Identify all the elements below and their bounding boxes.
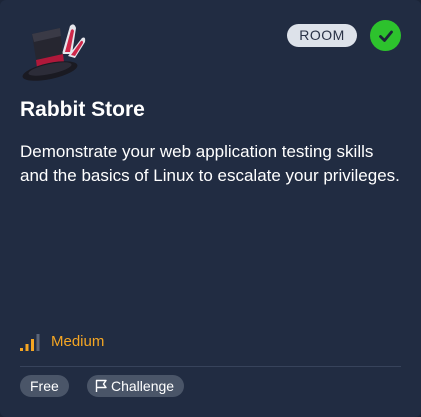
signal-bars-icon	[20, 334, 40, 351]
flag-icon	[95, 379, 107, 392]
room-card[interactable]: ROOM Rabbit Store Demonstrate your web a…	[0, 0, 421, 417]
tag-free-label: Free	[30, 378, 59, 394]
room-description: Demonstrate your web application testing…	[20, 142, 400, 185]
room-logo	[18, 20, 86, 84]
tag-challenge-label: Challenge	[111, 378, 175, 394]
tag-free: Free	[20, 375, 69, 397]
room-title[interactable]: Rabbit Store	[20, 96, 145, 124]
difficulty-indicator: Medium	[20, 331, 104, 353]
room-type-badge: ROOM	[287, 24, 357, 47]
tag-challenge: Challenge	[87, 375, 185, 397]
top-hat-rabbit-ears-icon	[22, 24, 86, 81]
divider	[20, 366, 401, 367]
completed-check-icon	[370, 20, 401, 51]
difficulty-label: Medium	[51, 333, 105, 350]
